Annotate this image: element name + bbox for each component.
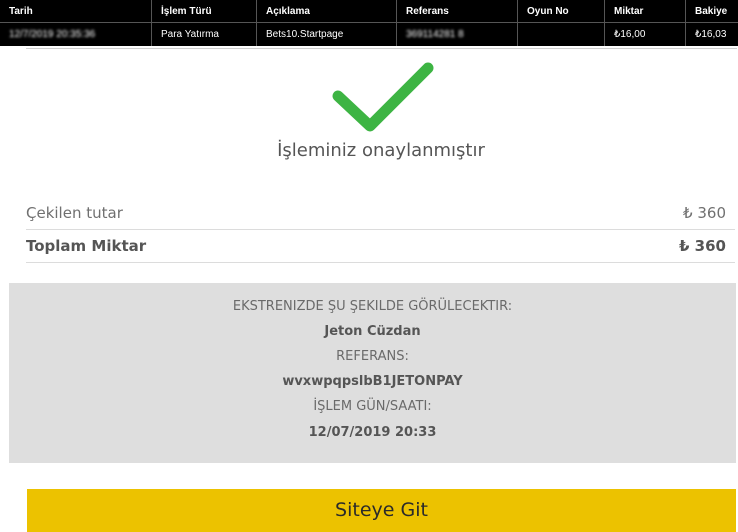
cell-reference: 369114281 8: [396, 22, 518, 46]
datetime-value: 12/07/2019 20:33: [308, 425, 437, 440]
withdrawn-amount-row: Çekilen tutar ₺ 360: [26, 197, 735, 230]
column-header-type: İşlem Türü: [151, 0, 257, 23]
statement-merchant: Jeton Cüzdan: [324, 324, 421, 339]
column-header-balance: Bakiye: [695, 5, 728, 17]
check-icon: [332, 62, 434, 132]
cell-date-value: 12/7/2019 20:35:36: [9, 29, 96, 40]
reference-label: REFERANS:: [336, 349, 409, 364]
go-to-site-button[interactable]: Siteye Git: [27, 489, 736, 532]
divider: [26, 48, 737, 49]
total-label: Toplam Miktar: [26, 237, 147, 255]
table-header-row: Tarih İşlem Türü Açıklama Referans Oyun …: [0, 0, 738, 23]
cell-balance: ₺16,03: [685, 22, 738, 46]
withdrawn-label: Çekilen tutar: [26, 204, 123, 222]
statement-info-box: EKSTRENIZDE ŞU ŞEKILDE GÖRÜLECEKTIR: Jet…: [9, 283, 736, 463]
cell-amount: ₺16,00: [604, 22, 686, 46]
cell-reference-value: 369114281 8: [406, 29, 464, 40]
table-row: 12/7/2019 20:35:36 Para Yatırma Bets10.S…: [0, 22, 738, 46]
column-header-reference: Referans: [396, 0, 518, 23]
cell-game-no: [517, 22, 605, 46]
cell-date: 12/7/2019 20:35:36: [0, 22, 152, 46]
reference-value: wvxwpqpslbB1JETONPAY: [282, 374, 463, 389]
total-amount: ₺ 360: [679, 237, 726, 255]
confirmation-message: İşleminiz onaylanmıştır: [277, 140, 485, 161]
column-header-game-no: Oyun No: [517, 0, 605, 23]
column-header-description: Açıklama: [256, 0, 397, 23]
withdrawn-amount: ₺ 360: [683, 204, 726, 222]
column-header-date: Tarih: [0, 0, 152, 23]
cell-description: Bets10.Startpage: [256, 22, 397, 46]
datetime-label: İŞLEM GÜN/SAATI:: [313, 399, 432, 414]
statement-heading: EKSTRENIZDE ŞU ŞEKILDE GÖRÜLECEKTIR:: [232, 299, 513, 314]
total-amount-row: Toplam Miktar ₺ 360: [26, 230, 735, 263]
transaction-table: Tarih İşlem Türü Açıklama Referans Oyun …: [0, 0, 738, 46]
cell-type: Para Yatırma: [151, 22, 257, 46]
column-header-amount: Miktar: [604, 0, 686, 23]
